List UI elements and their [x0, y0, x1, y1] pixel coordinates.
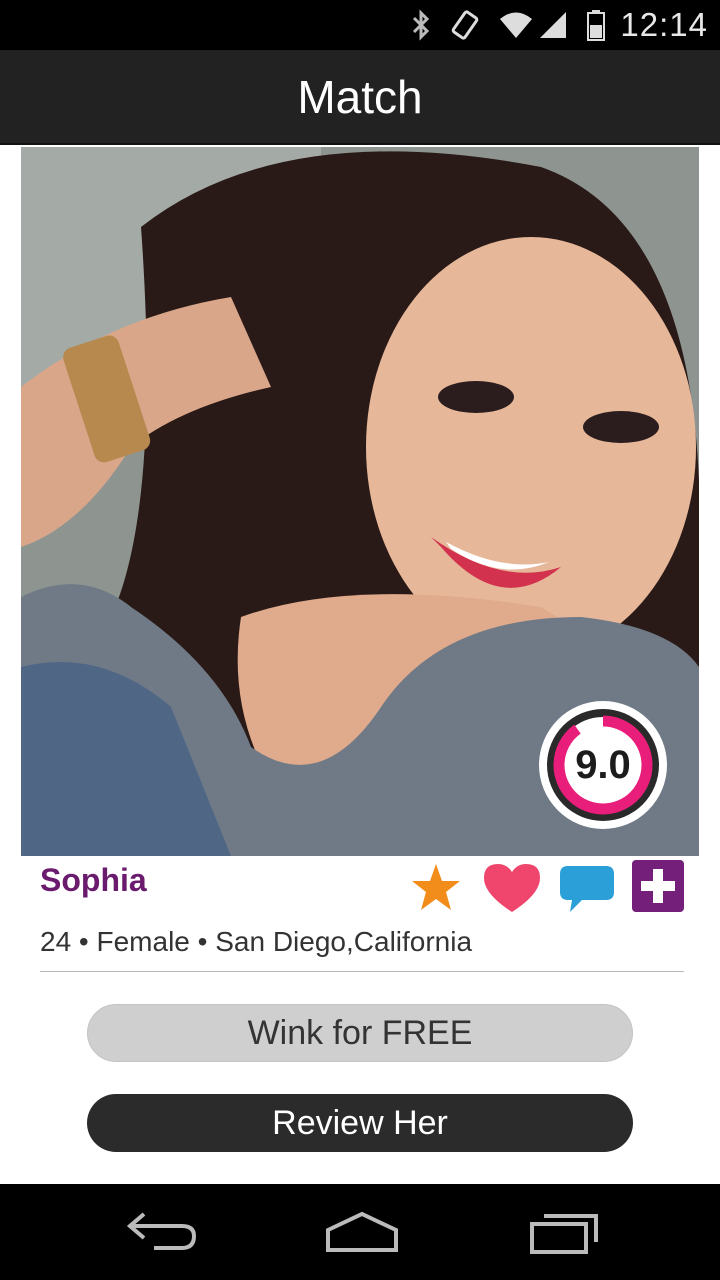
- battery-icon: [586, 9, 606, 41]
- heart-icon[interactable]: [480, 860, 544, 916]
- plus-icon[interactable]: [632, 860, 684, 912]
- navigation-bar: [0, 1184, 720, 1280]
- page-title: Match: [297, 70, 423, 123]
- home-icon[interactable]: [322, 1208, 402, 1256]
- recent-apps-icon[interactable]: [524, 1208, 604, 1256]
- action-icons: [408, 860, 688, 916]
- clock-time: 12:14: [620, 6, 708, 43]
- star-icon[interactable]: [408, 860, 464, 916]
- score-badge: 9.0: [538, 700, 668, 830]
- status-bar: 12:14: [0, 0, 720, 50]
- review-button[interactable]: Review Her: [87, 1094, 633, 1152]
- wifi-icon: [498, 10, 534, 40]
- title-bar: Match: [0, 50, 720, 145]
- divider: [40, 971, 684, 972]
- profile-name: Sophia: [40, 862, 147, 898]
- rotate-icon: [450, 9, 480, 41]
- chat-bubble-icon[interactable]: [556, 860, 618, 916]
- back-icon[interactable]: [122, 1208, 202, 1256]
- bluetooth-icon: [410, 9, 432, 41]
- score-value: 9.0: [575, 742, 631, 787]
- signal-icon: [538, 10, 568, 40]
- profile-details: 24 • Female • San Diego,California: [40, 926, 473, 957]
- wink-button[interactable]: Wink for FREE: [87, 1004, 633, 1062]
